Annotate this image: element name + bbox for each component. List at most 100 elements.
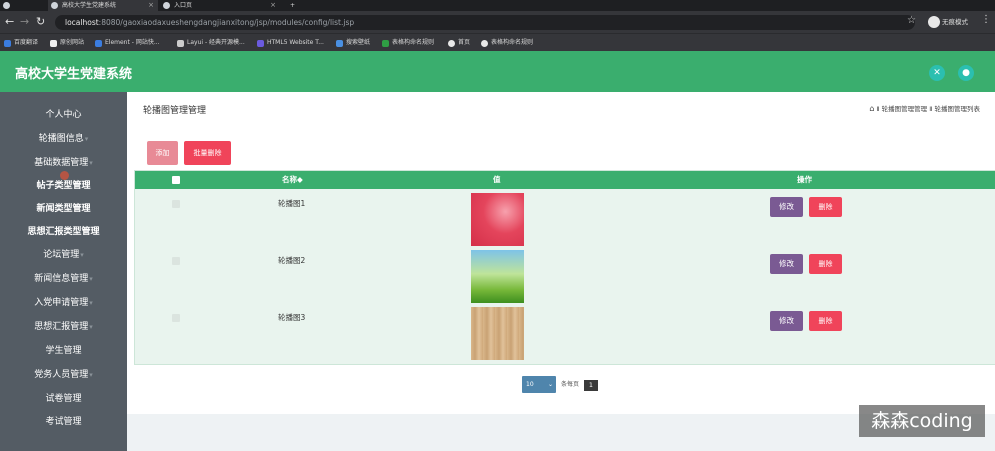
new-tab-button[interactable]: + <box>284 0 304 11</box>
edit-button[interactable]: 修改 <box>770 197 803 217</box>
sidebar-item-news[interactable]: 新闻信息管理▾ <box>0 268 127 290</box>
column-header-value: 值 <box>493 175 501 184</box>
bookmark-label: 搜索壁纸 <box>346 39 371 46</box>
sidebar-item-papers[interactable]: 试卷管理 <box>0 388 127 410</box>
delete-button[interactable]: 删除 <box>809 197 842 217</box>
page-number-button[interactable]: 1 <box>584 380 598 391</box>
bookmark-item[interactable]: 表格构命名规则 <box>382 37 434 49</box>
incognito-profile[interactable]: 无痕模式 <box>928 15 968 29</box>
more-menu-icon[interactable]: ⋮ <box>981 14 991 25</box>
sidebar-item-party-application[interactable]: 入党申请管理▾ <box>0 292 127 314</box>
forward-icon[interactable]: → <box>20 15 29 29</box>
fullscreen-icon[interactable]: ✕ <box>929 65 945 81</box>
cursor-highlight <box>60 171 69 180</box>
bookmark-item[interactable]: 表格构命名规则 <box>481 37 533 49</box>
bookmark-label: 百度翻译 <box>14 39 39 46</box>
bookmark-label: HTML5 Website T... <box>267 39 324 46</box>
bookmark-item[interactable]: 首页 <box>448 37 470 49</box>
chevron-down-icon: ▾ <box>80 251 84 259</box>
sidebar-item-label: 个人中心 <box>45 110 82 120</box>
sidebar-item-label: 思想汇报管理 <box>34 322 89 332</box>
add-button[interactable]: 添加 <box>147 141 178 165</box>
sidebar-item-profile[interactable]: 个人中心 <box>0 104 127 126</box>
browser-tab-0[interactable] <box>0 0 18 11</box>
globe-icon <box>448 40 455 47</box>
close-tab-icon[interactable]: × <box>148 0 154 11</box>
table-row: 轮播图2 修改 删除 <box>135 249 995 306</box>
page-title: 轮播图管理管理 <box>143 106 207 116</box>
delete-button[interactable]: 删除 <box>809 254 842 274</box>
chevron-down-icon: ▾ <box>89 299 93 307</box>
row-name: 轮播图3 <box>278 313 306 322</box>
browser-tab-blank[interactable] <box>20 0 46 11</box>
carousel-table: 名称◆ 值 操作 轮播图1 修改 删除 轮播图2 修改 删除 轮播图3 修改 删… <box>134 170 995 365</box>
sidebar-item-label: 党务人员管理 <box>34 370 89 380</box>
browser-tab-entry[interactable]: 入口页 × <box>160 0 280 11</box>
back-icon[interactable]: ← <box>5 15 14 29</box>
chevron-down-icon: ▾ <box>84 135 89 143</box>
bookmark-item[interactable]: 原创网站 <box>50 37 84 49</box>
table-row: 轮播图3 修改 删除 <box>135 306 995 363</box>
row-checkbox[interactable] <box>172 200 180 208</box>
row-checkbox[interactable] <box>172 314 180 322</box>
new-tab-label: + <box>290 2 296 9</box>
page-size-select[interactable]: 10 ⌄ <box>522 376 556 393</box>
overlay-patch <box>697 366 995 410</box>
table-icon <box>382 40 389 47</box>
row-checkbox[interactable] <box>172 257 180 265</box>
sidebar-item-students[interactable]: 学生管理 <box>0 340 127 362</box>
sidebar-item-news-types[interactable]: 新闻类型管理 <box>0 198 127 220</box>
layui-icon <box>177 40 184 47</box>
table-row: 轮播图1 修改 删除 <box>135 192 995 249</box>
element-icon <box>95 40 102 47</box>
sidebar-item-thought-report[interactable]: 思想汇报管理▾ <box>0 316 127 338</box>
breadcrumb: ⌂ Ⅱ 轮播图管理管理 Ⅱ 轮播图管理列表 <box>869 103 980 113</box>
bookmark-label: Element - 网站快... <box>105 39 160 46</box>
table-header: 名称◆ 值 操作 <box>135 171 995 189</box>
sidebar-item-label: 试卷管理 <box>45 394 82 404</box>
sidebar-item-forum[interactable]: 论坛管理▾ <box>0 244 127 266</box>
sidebar-item-carousel[interactable]: 轮播图信息▾ <box>0 128 127 150</box>
bulk-delete-button[interactable]: 批量删除 <box>184 141 231 165</box>
page-size-value: 10 <box>526 381 534 388</box>
home-icon[interactable]: ⌂ <box>869 104 874 113</box>
bookmarks-bar: 百度翻译 原创网站 Element - 网站快... Layui - 经典开源模… <box>0 33 995 51</box>
row-name: 轮播图2 <box>278 256 306 265</box>
edit-button[interactable]: 修改 <box>770 254 803 274</box>
app-header: 高校大学生党建系统 ✕ ● <box>0 51 995 92</box>
bookmark-item[interactable]: 搜索壁纸 <box>336 37 370 49</box>
sidebar-item-party-staff[interactable]: 党务人员管理▾ <box>0 364 127 386</box>
browser-icon <box>3 2 10 9</box>
address-bar: ← → ↻ localhost:8080/gaoxiaodaxueshengda… <box>0 11 995 33</box>
bookmark-star-icon[interactable]: ☆ <box>907 15 916 26</box>
chevron-down-icon: ⌄ <box>547 381 553 388</box>
sidebar-item-exams[interactable]: 考试管理 <box>0 411 127 433</box>
chevron-down-icon: ▾ <box>89 323 93 331</box>
incognito-icon <box>928 16 940 28</box>
reload-icon[interactable]: ↻ <box>36 15 45 29</box>
sidebar-item-label: 入党申请管理 <box>34 298 89 308</box>
sidebar-item-label: 学生管理 <box>45 346 82 356</box>
chevron-down-icon: ▾ <box>89 371 93 379</box>
bookmark-item[interactable]: Element - 网站快... <box>95 37 160 49</box>
bookmark-item[interactable]: Layui - 经典开源模... <box>177 37 245 49</box>
url-host: localhost <box>65 18 99 27</box>
column-header-name[interactable]: 名称◆ <box>282 171 303 189</box>
delete-button[interactable]: 删除 <box>809 311 842 331</box>
browser-tab-title: 高校大学生党建系统 <box>62 2 117 9</box>
row-name: 轮播图1 <box>278 199 306 208</box>
sidebar-item-report-types[interactable]: 思想汇报类型管理 <box>0 221 127 243</box>
url-input[interactable]: localhost:8080/gaoxiaodaxueshengdangjian… <box>55 15 915 30</box>
browser-tab-active[interactable]: 高校大学生党建系统 × <box>48 0 158 11</box>
close-tab-icon[interactable]: × <box>270 0 276 11</box>
edit-button[interactable]: 修改 <box>770 311 803 331</box>
user-icon[interactable]: ● <box>958 65 974 81</box>
bookmark-label: Layui - 经典开源模... <box>187 39 245 46</box>
bookmark-item[interactable]: HTML5 Website T... <box>257 37 324 49</box>
select-all-checkbox[interactable] <box>172 176 180 184</box>
bookmark-item[interactable]: 百度翻译 <box>4 37 38 49</box>
sidebar-item-label: 新闻类型管理 <box>36 204 91 214</box>
breadcrumb-text: Ⅱ 轮播图管理管理 Ⅱ 轮播图管理列表 <box>876 105 980 113</box>
sidebar-item-label: 新闻信息管理 <box>34 274 89 284</box>
sidebar-item-label: 基础数据管理 <box>34 158 89 168</box>
